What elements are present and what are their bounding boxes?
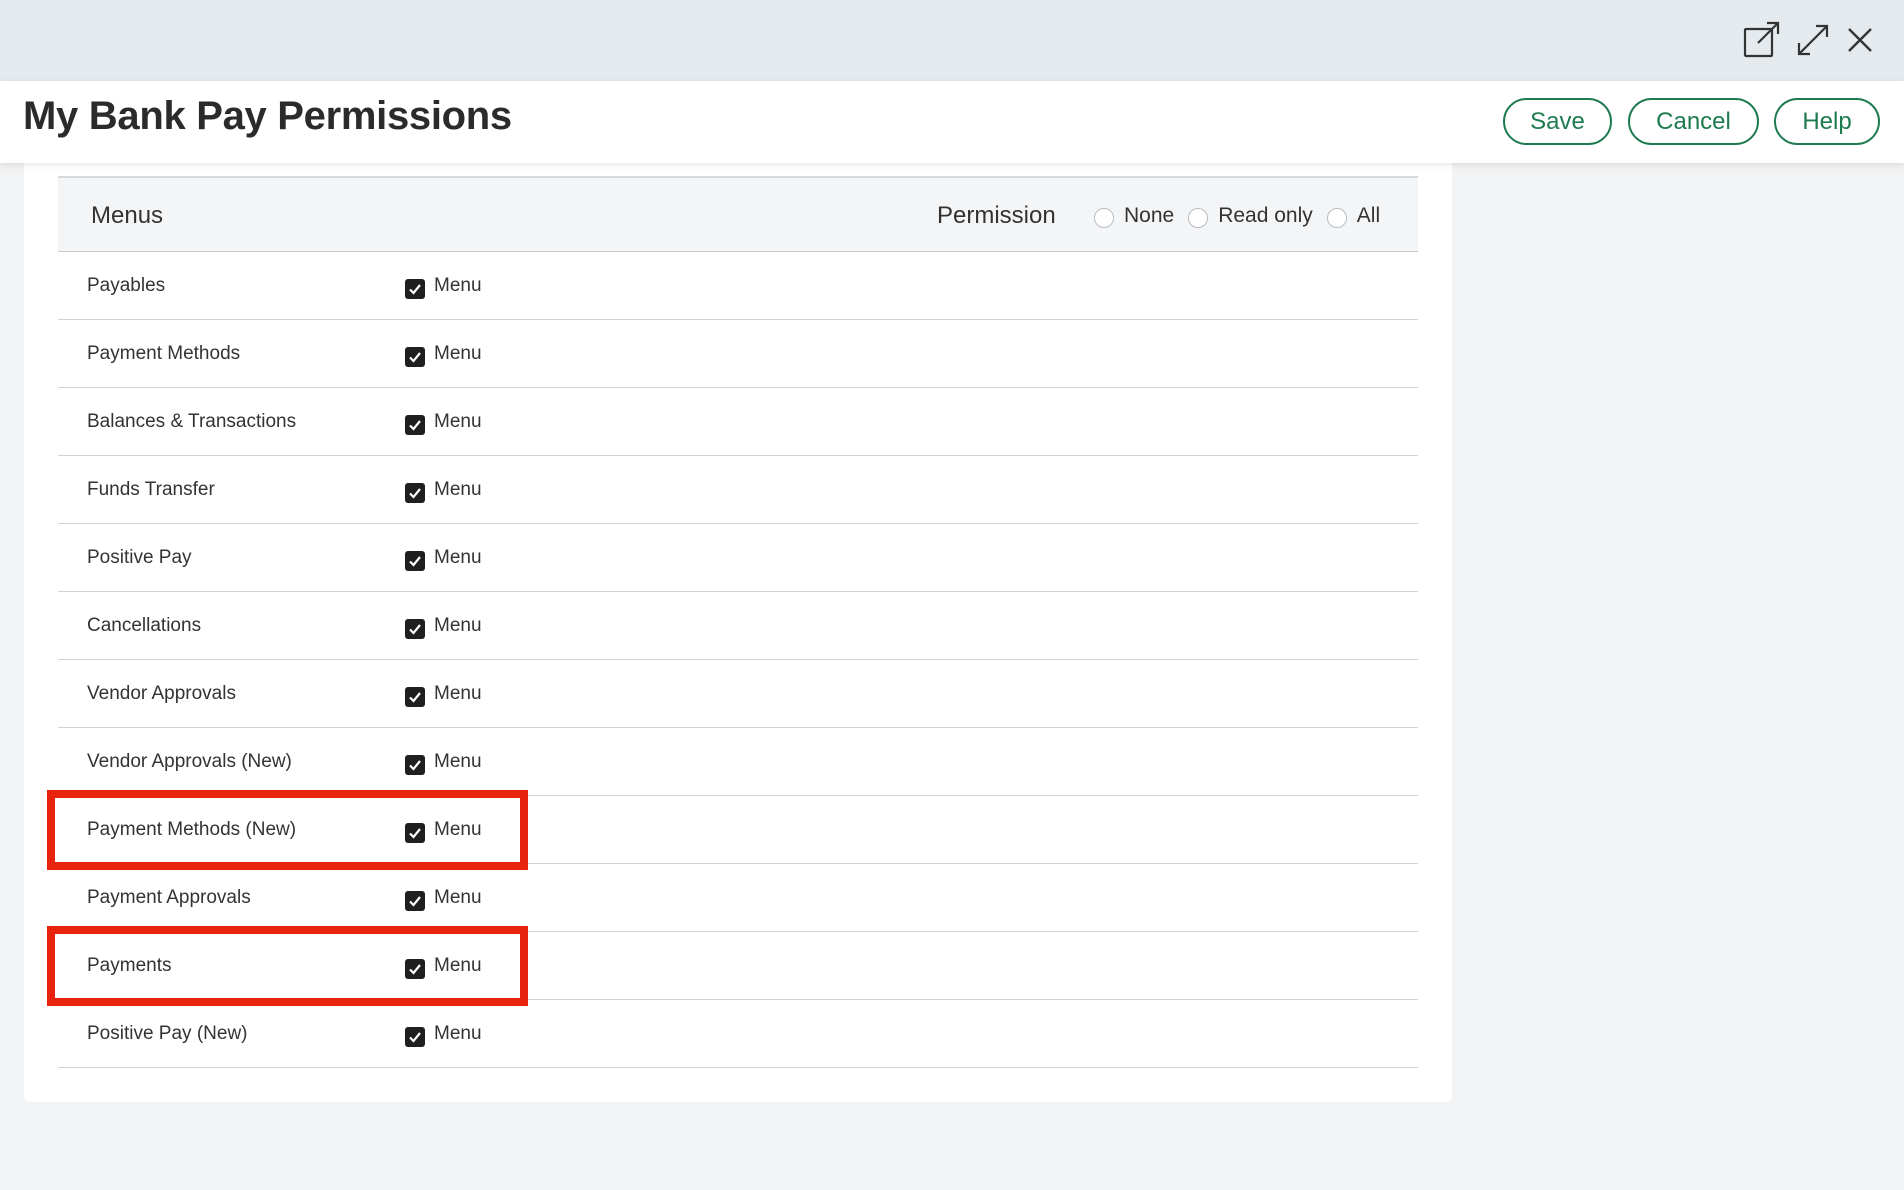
menu-checkbox[interactable] bbox=[405, 891, 425, 911]
row-label-balances-transactions: Balances & Transactions bbox=[87, 411, 297, 432]
open-in-new-window-icon[interactable] bbox=[1742, 20, 1782, 60]
table-row: Balances & Transactions Menu bbox=[58, 388, 1418, 456]
table-row: Vendor Approvals (New) Menu bbox=[58, 728, 1418, 796]
checkbox-label: Menu bbox=[434, 547, 482, 568]
radio-label: Read only bbox=[1218, 204, 1313, 227]
close-icon[interactable] bbox=[1840, 20, 1880, 60]
permission-radio-group: None Read only All bbox=[1094, 204, 1394, 228]
checkmark-icon bbox=[409, 420, 421, 431]
row-label-funds-transfer: Funds Transfer bbox=[87, 479, 215, 500]
checkmark-icon bbox=[409, 284, 421, 295]
checkmark-icon bbox=[409, 488, 421, 499]
page-header: My Bank Pay Permissions Save Cancel Help bbox=[0, 81, 1904, 163]
radio-button[interactable] bbox=[1326, 207, 1347, 228]
menu-checkbox[interactable] bbox=[405, 1027, 425, 1047]
row-label-cancellations: Cancellations bbox=[87, 615, 202, 636]
table-row: Payments Menu bbox=[58, 932, 1418, 1000]
menu-checkbox[interactable] bbox=[405, 347, 425, 367]
checkbox-label: Menu bbox=[434, 275, 482, 296]
checkmark-icon bbox=[409, 624, 421, 635]
table-row: Payables Menu bbox=[58, 252, 1418, 320]
row-label-vendor-approvals-new: Vendor Approvals (New) bbox=[87, 751, 292, 772]
row-label-payments: Payments bbox=[87, 955, 172, 976]
checkmark-icon bbox=[409, 692, 421, 703]
menu-checkbox[interactable] bbox=[405, 279, 425, 299]
table-row: Positive Pay (New) Menu bbox=[58, 1000, 1418, 1068]
page-title: My Bank Pay Permissions bbox=[23, 94, 512, 138]
row-label-positive-pay-new: Positive Pay (New) bbox=[87, 1023, 248, 1044]
table-row: Vendor Approvals Menu bbox=[58, 660, 1418, 728]
row-label-payment-approvals: Payment Approvals bbox=[87, 887, 251, 908]
radio-label: None bbox=[1124, 204, 1175, 227]
checkbox-label: Menu bbox=[434, 751, 482, 772]
window-titlebar bbox=[0, 0, 1904, 81]
row-label-payables: Payables bbox=[87, 275, 166, 296]
table-row: Payment Methods (New) Menu bbox=[58, 796, 1418, 864]
checkmark-icon bbox=[409, 896, 421, 907]
permissions-table: Menus Permission None Read only All Paya… bbox=[58, 176, 1418, 1068]
table-header: Menus Permission None Read only All bbox=[58, 176, 1418, 252]
menu-checkbox[interactable] bbox=[405, 619, 425, 639]
table-row: Cancellations Menu bbox=[58, 592, 1418, 660]
column-header-menus: Menus bbox=[91, 202, 164, 229]
menu-checkbox[interactable] bbox=[405, 415, 425, 435]
radio-label: All bbox=[1356, 204, 1381, 227]
table-body: Payables Menu Payment Methods Menu Balances … bbox=[58, 252, 1418, 1068]
row-label-positive-pay: Positive Pay bbox=[87, 547, 192, 568]
checkbox-label: Menu bbox=[434, 411, 482, 432]
radio-button[interactable] bbox=[1094, 207, 1114, 228]
menu-checkbox[interactable] bbox=[405, 959, 425, 979]
row-label-payment-methods-new: Payment Methods (New) bbox=[87, 819, 297, 840]
checkbox-label: Menu bbox=[434, 955, 482, 976]
cancel-button[interactable]: Cancel bbox=[1628, 98, 1759, 145]
table-row: Payment Approvals Menu bbox=[58, 864, 1418, 932]
permission-option-read-only[interactable]: Read only bbox=[1188, 204, 1313, 228]
permission-option-none[interactable]: None bbox=[1094, 204, 1174, 228]
menu-checkbox[interactable] bbox=[405, 687, 425, 707]
checkbox-label: Menu bbox=[434, 615, 482, 636]
checkmark-icon bbox=[409, 828, 421, 839]
menu-checkbox[interactable] bbox=[405, 755, 425, 775]
checkmark-icon bbox=[409, 760, 421, 771]
checkbox-label: Menu bbox=[434, 887, 482, 908]
checkbox-label: Menu bbox=[434, 683, 482, 704]
checkbox-label: Menu bbox=[434, 1023, 482, 1044]
row-label-vendor-approvals: Vendor Approvals bbox=[87, 683, 236, 704]
checkmark-icon bbox=[409, 964, 421, 975]
table-row: Funds Transfer Menu bbox=[58, 456, 1418, 524]
menu-checkbox[interactable] bbox=[405, 483, 425, 503]
table-row: Payment Methods Menu bbox=[58, 320, 1418, 388]
row-label-payment-methods: Payment Methods bbox=[87, 343, 241, 364]
help-button[interactable]: Help bbox=[1774, 98, 1880, 145]
menu-checkbox[interactable] bbox=[405, 551, 425, 571]
checkmark-icon bbox=[409, 352, 421, 363]
table-row: Positive Pay Menu bbox=[58, 524, 1418, 592]
checkbox-label: Menu bbox=[434, 479, 482, 500]
checkmark-icon bbox=[409, 556, 421, 567]
radio-button[interactable] bbox=[1188, 207, 1209, 228]
checkbox-label: Menu bbox=[434, 343, 482, 364]
checkmark-icon bbox=[409, 1032, 421, 1043]
permission-option-all[interactable]: All bbox=[1326, 204, 1381, 228]
column-header-permission: Permission bbox=[937, 202, 1056, 229]
expand-icon[interactable] bbox=[1793, 20, 1833, 60]
checkbox-label: Menu bbox=[434, 819, 482, 840]
save-button[interactable]: Save bbox=[1503, 98, 1612, 145]
menu-checkbox[interactable] bbox=[405, 823, 425, 843]
